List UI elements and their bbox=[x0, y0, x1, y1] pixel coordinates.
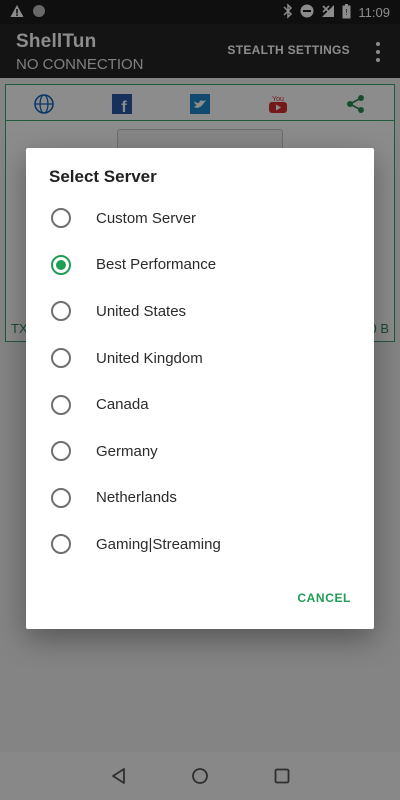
radio-unchecked-icon[interactable] bbox=[51, 487, 71, 508]
server-option[interactable]: Canada bbox=[26, 381, 374, 428]
server-option[interactable]: United States bbox=[26, 288, 374, 335]
server-option-label: Germany bbox=[96, 442, 158, 460]
server-option[interactable]: Custom Server bbox=[26, 195, 374, 242]
radio-unchecked-icon[interactable] bbox=[51, 534, 71, 555]
server-option[interactable]: United Kingdom bbox=[26, 335, 374, 382]
radio-unchecked-icon[interactable] bbox=[51, 208, 71, 229]
server-option[interactable]: Germany bbox=[26, 428, 374, 475]
server-option-label: Gaming|Streaming bbox=[96, 535, 221, 553]
server-option-label: United Kingdom bbox=[96, 349, 203, 367]
dialog-title: Select Server bbox=[49, 167, 157, 186]
server-option[interactable]: Best Performance bbox=[26, 242, 374, 289]
server-option-label: Best Performance bbox=[96, 256, 217, 274]
server-option[interactable]: Netherlands bbox=[26, 475, 374, 522]
radio-unchecked-icon[interactable] bbox=[51, 301, 71, 322]
radio-unchecked-icon[interactable] bbox=[51, 441, 71, 462]
cancel-button[interactable]: CANCEL bbox=[297, 591, 351, 605]
server-option-label: Netherlands bbox=[96, 489, 177, 507]
radio-unchecked-icon[interactable] bbox=[51, 348, 71, 369]
radio-unchecked-icon[interactable] bbox=[51, 394, 71, 415]
server-option-list: Custom Server Best Performance United Stat… bbox=[26, 195, 374, 568]
server-option-label: Custom Server bbox=[96, 209, 197, 227]
server-option[interactable]: Gaming|Streaming bbox=[26, 521, 374, 568]
radio-checked-icon[interactable] bbox=[51, 254, 71, 275]
server-option-label: Canada bbox=[96, 396, 149, 414]
server-option-label: United States bbox=[96, 302, 187, 320]
select-server-dialog: Select Server Custom Server Best Performa… bbox=[26, 148, 374, 629]
